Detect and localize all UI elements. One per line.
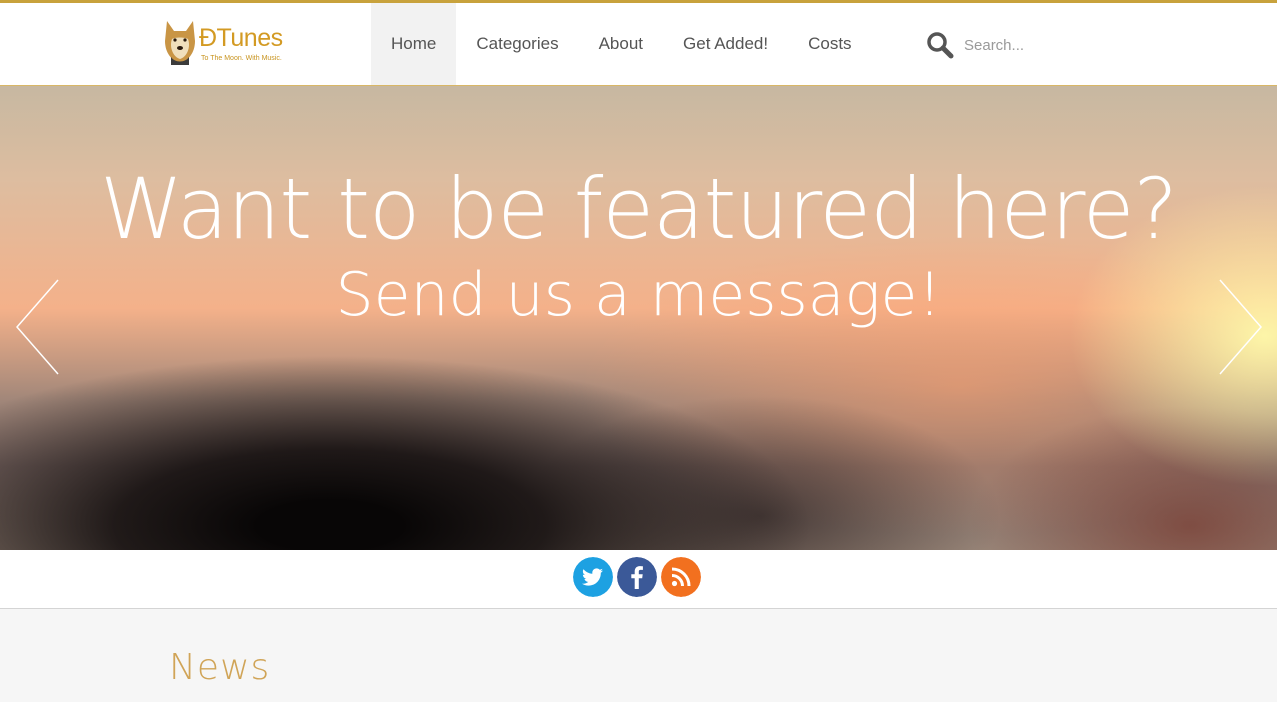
brand-name: ĐTunes [199,24,283,52]
site-header: ĐTunes To The Moon. With Music. Home Cat… [0,3,1277,86]
brand-tagline: To The Moon. With Music. [201,55,282,62]
main-nav: Home Categories About Get Added! Costs [371,3,872,85]
nav-item-home[interactable]: Home [371,3,457,85]
twitter-icon[interactable] [573,557,613,597]
facebook-icon[interactable] [617,557,657,597]
search-input[interactable] [964,33,1104,57]
news-heading: News [169,647,271,688]
chevron-left-icon[interactable] [14,278,60,376]
search-box [926,29,1106,61]
hero-subtitle[interactable]: Send us a message! [0,262,1277,328]
news-section: News [0,609,1277,702]
hero-carousel: Want to be featured here? Send us a mess… [0,86,1277,550]
search-icon[interactable] [926,31,954,59]
hero-title: Want to be featured here? [100,160,1178,258]
nav-item-about[interactable]: About [579,3,663,85]
nav-item-categories[interactable]: Categories [456,3,578,85]
rss-icon[interactable] [661,557,701,597]
chevron-right-icon[interactable] [1218,278,1264,376]
doge-logo-icon [165,21,195,65]
site-logo[interactable]: ĐTunes To The Moon. With Music. [163,17,303,73]
social-icons [573,557,701,597]
nav-item-costs[interactable]: Costs [788,3,871,85]
nav-item-get-added[interactable]: Get Added! [663,3,788,85]
social-bar [0,550,1277,609]
